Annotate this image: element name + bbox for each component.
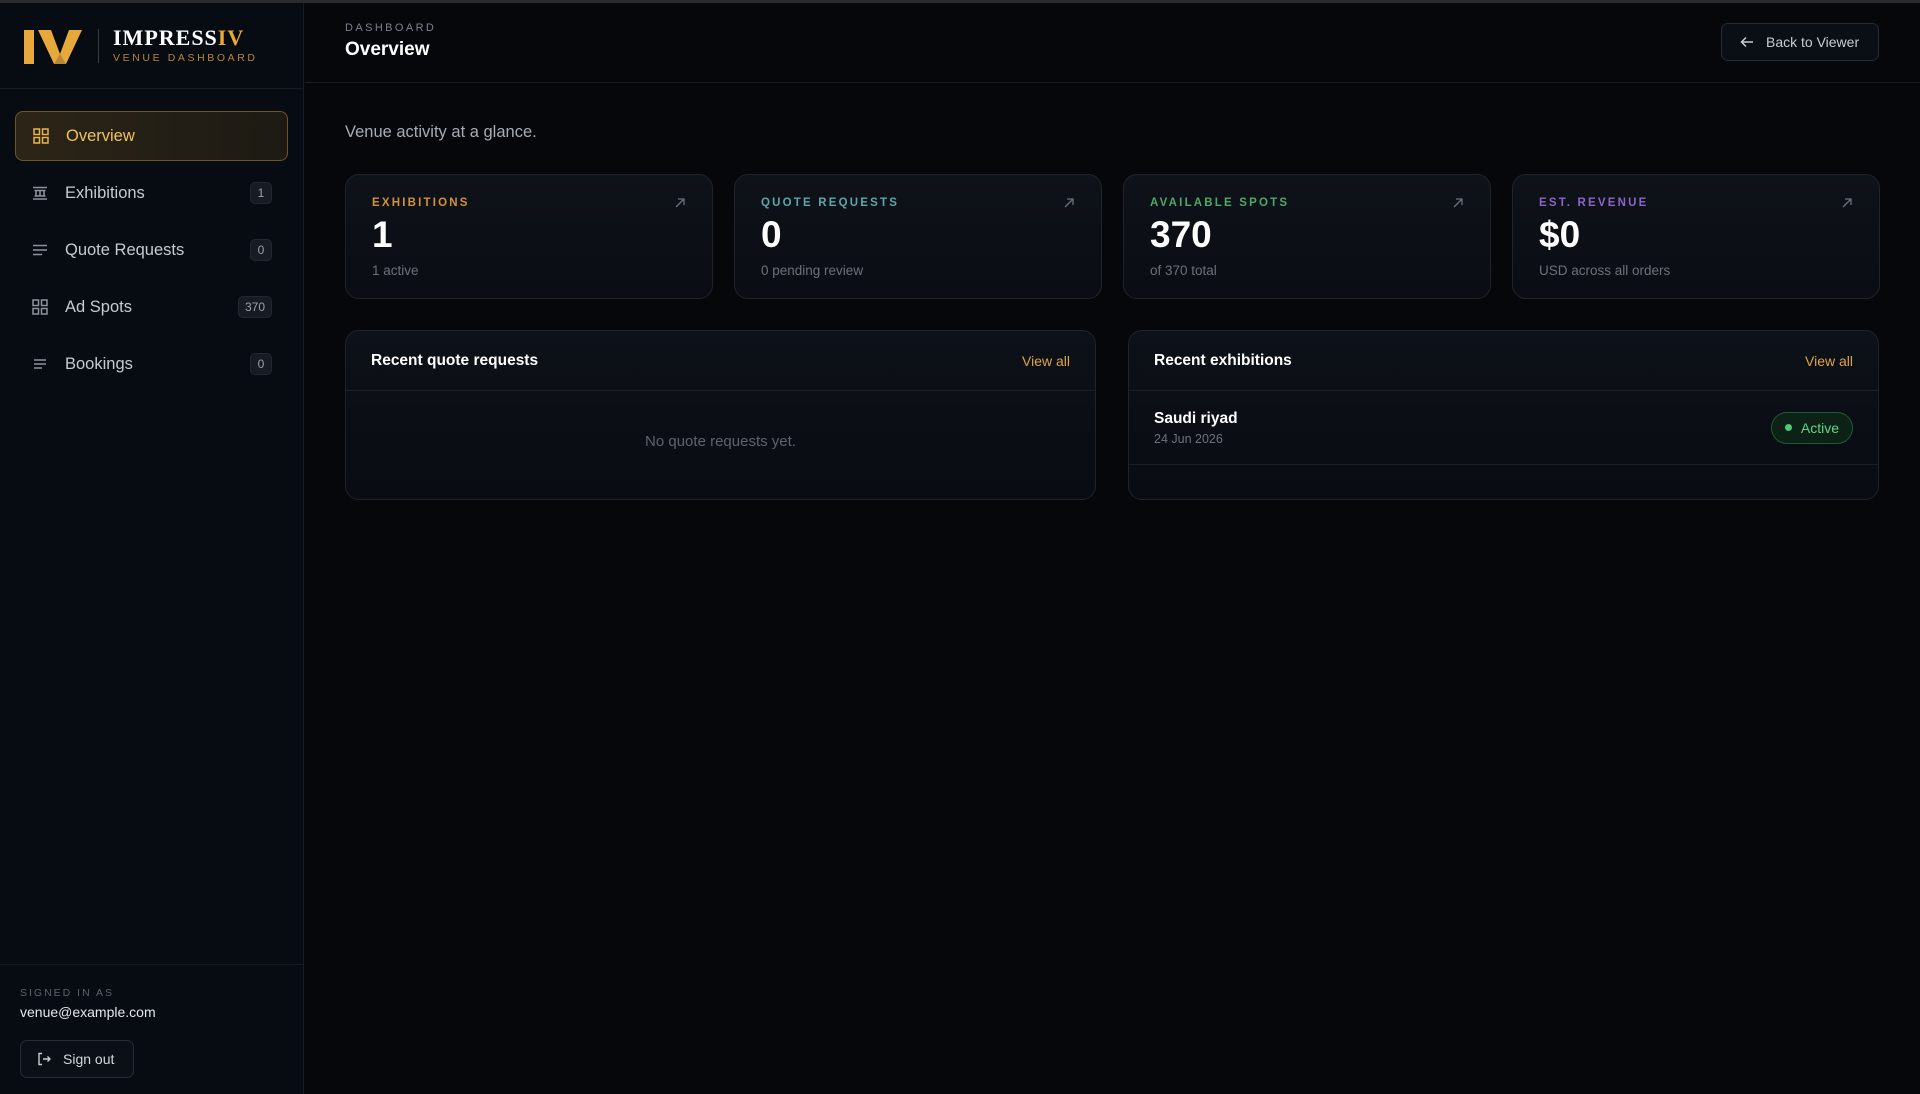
sign-out-button[interactable]: Sign out [20, 1040, 134, 1078]
count-badge: 1 [250, 182, 272, 204]
sidebar-item-overview[interactable]: Overview [15, 111, 288, 161]
sign-out-icon [37, 1052, 51, 1066]
brand[interactable]: IMPRESSIV VENUE DASHBOARD [0, 3, 303, 89]
arrow-up-right-icon [1841, 197, 1853, 209]
sign-out-label: Sign out [63, 1051, 115, 1067]
panel-header: Recent exhibitions View all [1129, 331, 1878, 391]
stat-subtext: of 370 total [1150, 263, 1217, 278]
page-title: Overview [345, 39, 430, 60]
status-badge: Active [1770, 411, 1853, 444]
stat-label: EST. REVENUE [1539, 197, 1649, 209]
list-item[interactable]: Saudi riyad 24 Jun 2026 Active [1129, 391, 1878, 465]
arrow-left-icon [1740, 35, 1754, 49]
sidebar-footer: SIGNED IN AS venue@example.com Sign out [0, 964, 303, 1094]
exhibition-info: Saudi riyad 24 Jun 2026 [1154, 410, 1238, 446]
stat-value: 0 [761, 214, 782, 255]
count-badge: 370 [237, 296, 272, 318]
view-all-link[interactable]: View all [1022, 353, 1070, 369]
stat-card-est-revenue[interactable]: EST. REVENUE $0 USD across all orders [1512, 174, 1880, 299]
grid-icon [32, 127, 50, 145]
sidebar-item-label: Quote Requests [65, 240, 185, 259]
arrow-up-right-icon [674, 197, 686, 209]
signed-in-label: SIGNED IN AS [20, 987, 115, 999]
sidebar-item-label: Ad Spots [65, 297, 132, 316]
stat-card-available-spots[interactable]: AVAILABLE SPOTS 370 of 370 total [1123, 174, 1491, 299]
brand-text: IMPRESSIV VENUE DASHBOARD [113, 27, 258, 65]
brand-name-main: IMPRESS [113, 25, 218, 50]
recent-quote-requests-panel: Recent quote requests View all No quote … [345, 330, 1096, 500]
exhibition-name: Saudi riyad [1154, 409, 1238, 427]
stat-subtext: USD across all orders [1539, 263, 1671, 278]
stat-value: 370 [1150, 214, 1212, 255]
user-email: venue@example.com [20, 1004, 156, 1020]
stat-value: $0 [1539, 214, 1581, 255]
stat-label: AVAILABLE SPOTS [1150, 197, 1290, 209]
page-header: DASHBOARD Overview Back to Viewer [305, 3, 1920, 83]
stat-card-exhibitions[interactable]: EXHIBITIONS 1 1 active [345, 174, 713, 299]
list-icon [31, 241, 49, 259]
empty-state-text: No quote requests yet. [645, 433, 796, 450]
sidebar-item-label: Overview [66, 126, 135, 145]
brand-divider [98, 28, 99, 63]
brand-logo-mark [24, 29, 82, 64]
sidebar-item-label: Bookings [65, 354, 133, 373]
panel-header: Recent quote requests View all [346, 331, 1095, 391]
sidebar-item-ad-spots[interactable]: Ad Spots 370 [15, 282, 288, 332]
arrow-up-right-icon [1063, 197, 1075, 209]
building-icon [31, 184, 49, 202]
count-badge: 0 [250, 353, 272, 375]
sidebar-nav: Overview Exhibitions 1 Quote Requests 0 [0, 89, 303, 389]
stat-subtext: 1 active [372, 263, 419, 278]
sidebar-item-label: Exhibitions [65, 183, 145, 202]
brand-subtitle: VENUE DASHBOARD [113, 52, 258, 64]
brand-name: IMPRESSIV [113, 27, 258, 49]
grid-icon [31, 298, 49, 316]
panel-title: Recent quote requests [371, 351, 539, 369]
stat-label: EXHIBITIONS [372, 197, 470, 209]
intro-text: Venue activity at a glance. [345, 123, 537, 141]
panel-title: Recent exhibitions [1154, 351, 1292, 369]
recent-exhibitions-panel: Recent exhibitions View all Saudi riyad … [1128, 330, 1879, 500]
stat-card-quote-requests[interactable]: QUOTE REQUESTS 0 0 pending review [734, 174, 1102, 299]
back-to-viewer-button[interactable]: Back to Viewer [1721, 23, 1879, 61]
sidebar-item-exhibitions[interactable]: Exhibitions 1 [15, 168, 288, 218]
exhibition-date: 24 Jun 2026 [1154, 431, 1223, 446]
stat-subtext: 0 pending review [761, 263, 864, 278]
sidebar-item-bookings[interactable]: Bookings 0 [15, 339, 288, 389]
arrow-up-right-icon [1452, 197, 1464, 209]
stat-label: QUOTE REQUESTS [761, 197, 900, 209]
sidebar: IMPRESSIV VENUE DASHBOARD Overview Exhib… [0, 3, 304, 1094]
view-all-link[interactable]: View all [1805, 353, 1853, 369]
status-label: Active [1800, 419, 1839, 436]
count-badge: 0 [250, 239, 272, 261]
main-content: DASHBOARD Overview Back to Viewer Venue … [305, 3, 1920, 1094]
brand-name-accent: IV [217, 25, 245, 50]
stat-value: 1 [372, 214, 393, 255]
breadcrumb: DASHBOARD [345, 22, 437, 34]
status-dot-icon [1784, 424, 1792, 431]
back-to-viewer-label: Back to Viewer [1766, 34, 1860, 50]
sidebar-item-quote-requests[interactable]: Quote Requests 0 [15, 225, 288, 275]
list-icon [31, 355, 49, 373]
